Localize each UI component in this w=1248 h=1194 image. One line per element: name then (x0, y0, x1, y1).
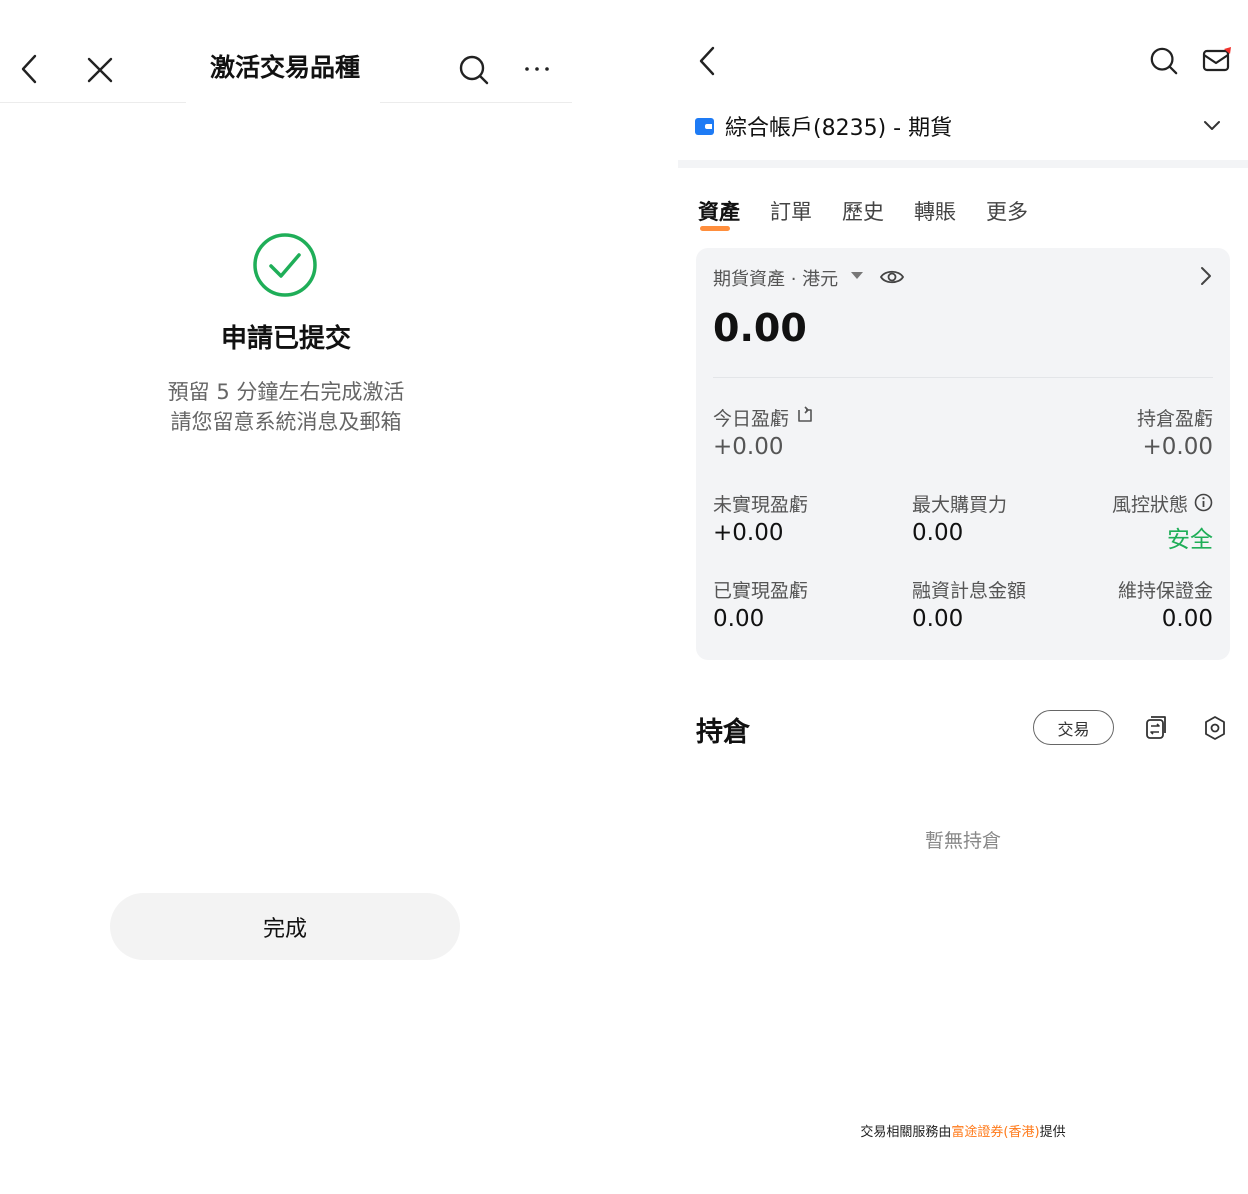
total-assets-value: 0.00 (713, 306, 807, 350)
section-divider (678, 160, 1248, 168)
futures-account-screen: 綜合帳戶(8235) - 期貨 資產 訂單 歷史 轉賬 更多 期貨資產 · 港元… (678, 0, 1248, 1194)
success-message-line: 預留 5 分鐘左右完成激活 (167, 380, 405, 404)
search-icon[interactable] (456, 52, 492, 88)
more-icon[interactable] (520, 54, 554, 84)
metric-value: +0.00 (713, 520, 784, 546)
provider-link[interactable]: 富途證券(香港) (951, 1125, 1039, 1140)
refresh-icon[interactable] (796, 406, 814, 428)
metric-label: 已實現盈虧 (713, 580, 809, 602)
header-divider (380, 102, 572, 103)
metric-label: 維持保證金 (1117, 580, 1213, 602)
tab-assets[interactable]: 資產 (698, 196, 740, 231)
success-check-icon (252, 232, 318, 298)
back-icon[interactable] (692, 44, 722, 78)
eye-icon[interactable] (879, 267, 905, 291)
back-icon[interactable] (14, 52, 44, 86)
metric-value: 0.00 (713, 606, 765, 632)
account-tabs: 資產 訂單 歷史 轉賬 更多 (698, 196, 1028, 231)
assets-card[interactable]: 期貨資產 · 港元 0.00 今日盈虧 +0.00 持倉盈虧 +0.00 未實現… (696, 248, 1230, 660)
metric-value: +0.00 (713, 434, 784, 460)
account-selector[interactable]: 綜合帳戶(8235) - 期貨 (678, 104, 1248, 150)
chevron-down-icon (1200, 116, 1224, 136)
left-header: 激活交易品種 (0, 0, 572, 104)
assets-label: 期貨資產 · 港元 (713, 269, 839, 290)
page-title: 激活交易品種 (209, 53, 360, 82)
tab-transfer[interactable]: 轉賬 (914, 196, 956, 226)
header-divider (0, 102, 186, 103)
tab-history[interactable]: 歷史 (842, 196, 884, 226)
close-icon[interactable] (84, 54, 116, 86)
footer-prefix: 交易相關服務由 (860, 1125, 952, 1140)
footer-disclaimer: 交易相關服務由富途證券(香港)提供 (678, 1121, 1248, 1140)
success-message-line: 請您留意系統消息及郵箱 (170, 410, 402, 434)
metric-label: 融資計息金額 (912, 580, 1027, 602)
card-divider (713, 377, 1213, 378)
risk-status-value: 安全 (1167, 527, 1213, 553)
metric-value: 0.00 (1161, 606, 1213, 632)
metric-label: 今日盈虧 (713, 408, 790, 430)
metric-label: 未實現盈虧 (713, 494, 809, 516)
account-name: 綜合帳戶(8235) - 期貨 (725, 116, 953, 141)
mail-icon[interactable] (1200, 44, 1234, 76)
settings-gear-icon[interactable] (1201, 714, 1229, 742)
success-title: 申請已提交 (220, 324, 351, 354)
metric-label: 最大購買力 (912, 494, 1008, 516)
search-icon[interactable] (1148, 44, 1180, 78)
metric-label: 風控狀態 (1111, 494, 1188, 516)
metric-label: 持倉盈虧 (1136, 408, 1213, 430)
activate-trading-screen: 激活交易品種 申請已提交 預留 5 分鐘左右完成激活 請您留意系統消息及郵箱 完… (0, 0, 572, 1194)
metric-value: 0.00 (912, 606, 964, 632)
empty-positions-text: 暫無持倉 (924, 830, 1001, 852)
tab-orders[interactable]: 訂單 (770, 196, 812, 226)
metric-value: +0.00 (1142, 434, 1213, 460)
tab-more[interactable]: 更多 (986, 196, 1028, 226)
metric-value: 0.00 (912, 520, 964, 546)
transfer-list-icon[interactable] (1142, 714, 1170, 742)
info-icon[interactable] (1194, 493, 1213, 516)
chevron-right-icon[interactable] (1200, 266, 1212, 290)
account-wallet-icon (695, 118, 714, 135)
trade-button[interactable]: 交易 (1033, 710, 1114, 745)
currency-dropdown-icon[interactable] (851, 272, 863, 279)
positions-title: 持倉 (696, 717, 750, 748)
footer-suffix: 提供 (1039, 1125, 1066, 1140)
done-button[interactable]: 完成 (110, 893, 460, 960)
